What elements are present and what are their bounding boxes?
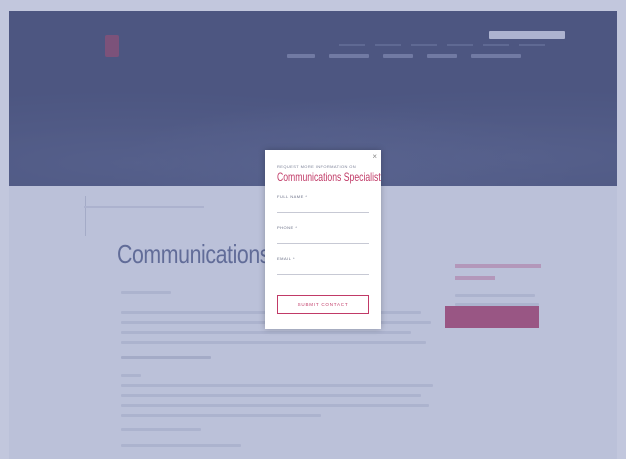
utility-nav-item[interactable] [483,44,509,46]
modal-title: Communications Specialist [277,170,381,184]
email-field[interactable] [277,264,369,275]
main-nav-item[interactable] [471,54,521,58]
submit-contact-button[interactable]: SUBMIT CONTACT [277,295,369,314]
utility-nav-item[interactable] [339,44,365,46]
header-search-input[interactable] [489,31,565,39]
site-logo[interactable] [103,35,159,71]
apply-now-button[interactable] [445,306,539,328]
main-nav-item[interactable] [383,54,413,58]
utility-nav-item[interactable] [411,44,437,46]
close-icon[interactable]: × [372,152,377,161]
utility-nav-item[interactable] [447,44,473,46]
sidebar-apply-heading [455,264,545,288]
main-nav-item[interactable] [287,54,315,58]
utility-nav-item[interactable] [519,44,545,46]
main-nav-item[interactable] [427,54,457,58]
full-name-field[interactable] [277,202,369,213]
phone-label: PHONE * [277,225,298,230]
utility-nav [339,44,545,46]
full-name-label: FULL NAME * [277,194,308,199]
breadcrumb[interactable] [84,206,204,208]
phone-field[interactable] [277,233,369,244]
main-nav [287,54,521,58]
request-info-modal: × REQUEST MORE INFORMATION ON Communicat… [265,150,381,329]
main-nav-item[interactable] [329,54,369,58]
modal-eyebrow: REQUEST MORE INFORMATION ON [277,164,357,169]
breadcrumb-divider [85,196,86,236]
utility-nav-item[interactable] [375,44,401,46]
logo-mark-icon [105,35,119,57]
email-label: EMAIL * [277,256,296,261]
